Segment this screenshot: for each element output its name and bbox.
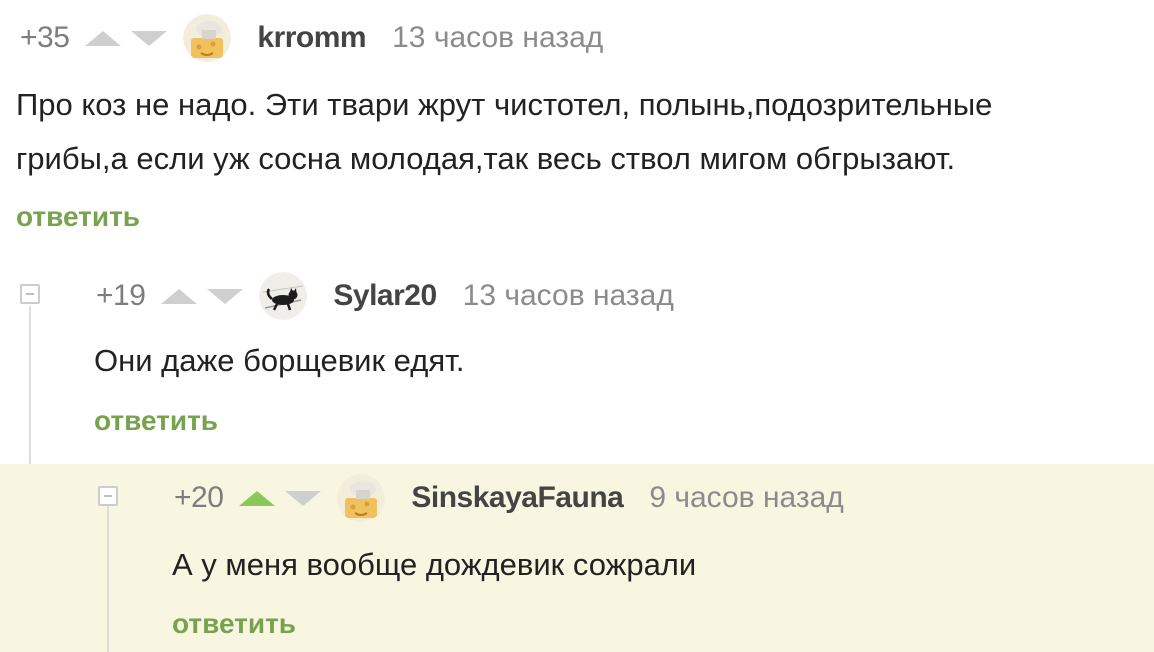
comment: +19 Sylar20 13 часов назад Они даже борщ… bbox=[0, 262, 1154, 462]
comment-header: +35 krromm 13 часов назад bbox=[20, 14, 604, 62]
avatar[interactable] bbox=[259, 272, 308, 320]
comment-header: +20 SinskayaFauna 9 часов назад bbox=[174, 474, 844, 522]
comment-text-line: Про коз не надо. Эти твари жрут чистотел… bbox=[16, 87, 993, 122]
comment-rating: +35 bbox=[20, 21, 70, 54]
upvote-icon[interactable] bbox=[161, 288, 198, 304]
comment-text: Про коз не надо. Эти твари жрут чистотел… bbox=[16, 78, 992, 186]
upvote-icon[interactable] bbox=[239, 490, 276, 506]
comment-time: 13 часов назад bbox=[462, 279, 674, 312]
username[interactable]: Sylar20 bbox=[333, 279, 437, 313]
comment-text: А у меня вообще дождевик сожрали bbox=[172, 547, 697, 582]
collapse-thread-button[interactable] bbox=[20, 284, 40, 304]
upvote-icon[interactable] bbox=[85, 30, 122, 46]
downvote-icon[interactable] bbox=[207, 288, 244, 304]
username[interactable]: krromm bbox=[257, 21, 366, 55]
reply-link[interactable]: ответить bbox=[94, 405, 218, 437]
comment-rating: +19 bbox=[96, 279, 146, 312]
avatar[interactable] bbox=[183, 14, 232, 62]
downvote-icon[interactable] bbox=[285, 490, 322, 506]
comment-header: +19 Sylar20 13 часов назад bbox=[96, 272, 674, 320]
collapse-thread-button[interactable] bbox=[98, 486, 118, 506]
reply-link[interactable]: ответить bbox=[172, 608, 296, 640]
comment-time: 9 часов назад bbox=[649, 481, 844, 514]
comment-text-line: грибы,а если уж сосна молодая,так весь с… bbox=[16, 141, 956, 176]
comment: +35 krromm 13 часов назад Про коз не над… bbox=[0, 0, 1154, 250]
comment-text: Они даже борщевик едят. bbox=[94, 343, 465, 378]
reply-link[interactable]: ответить bbox=[16, 201, 140, 233]
comment-highlighted: +20 SinskayaFauna 9 часов назад А у меня… bbox=[0, 464, 1154, 652]
comment-rating: +20 bbox=[174, 481, 224, 514]
avatar[interactable] bbox=[337, 474, 386, 522]
thread-line[interactable] bbox=[107, 506, 109, 652]
username[interactable]: SinskayaFauna bbox=[411, 481, 623, 515]
downvote-icon[interactable] bbox=[131, 30, 168, 46]
comment-time: 13 часов назад bbox=[392, 21, 604, 54]
